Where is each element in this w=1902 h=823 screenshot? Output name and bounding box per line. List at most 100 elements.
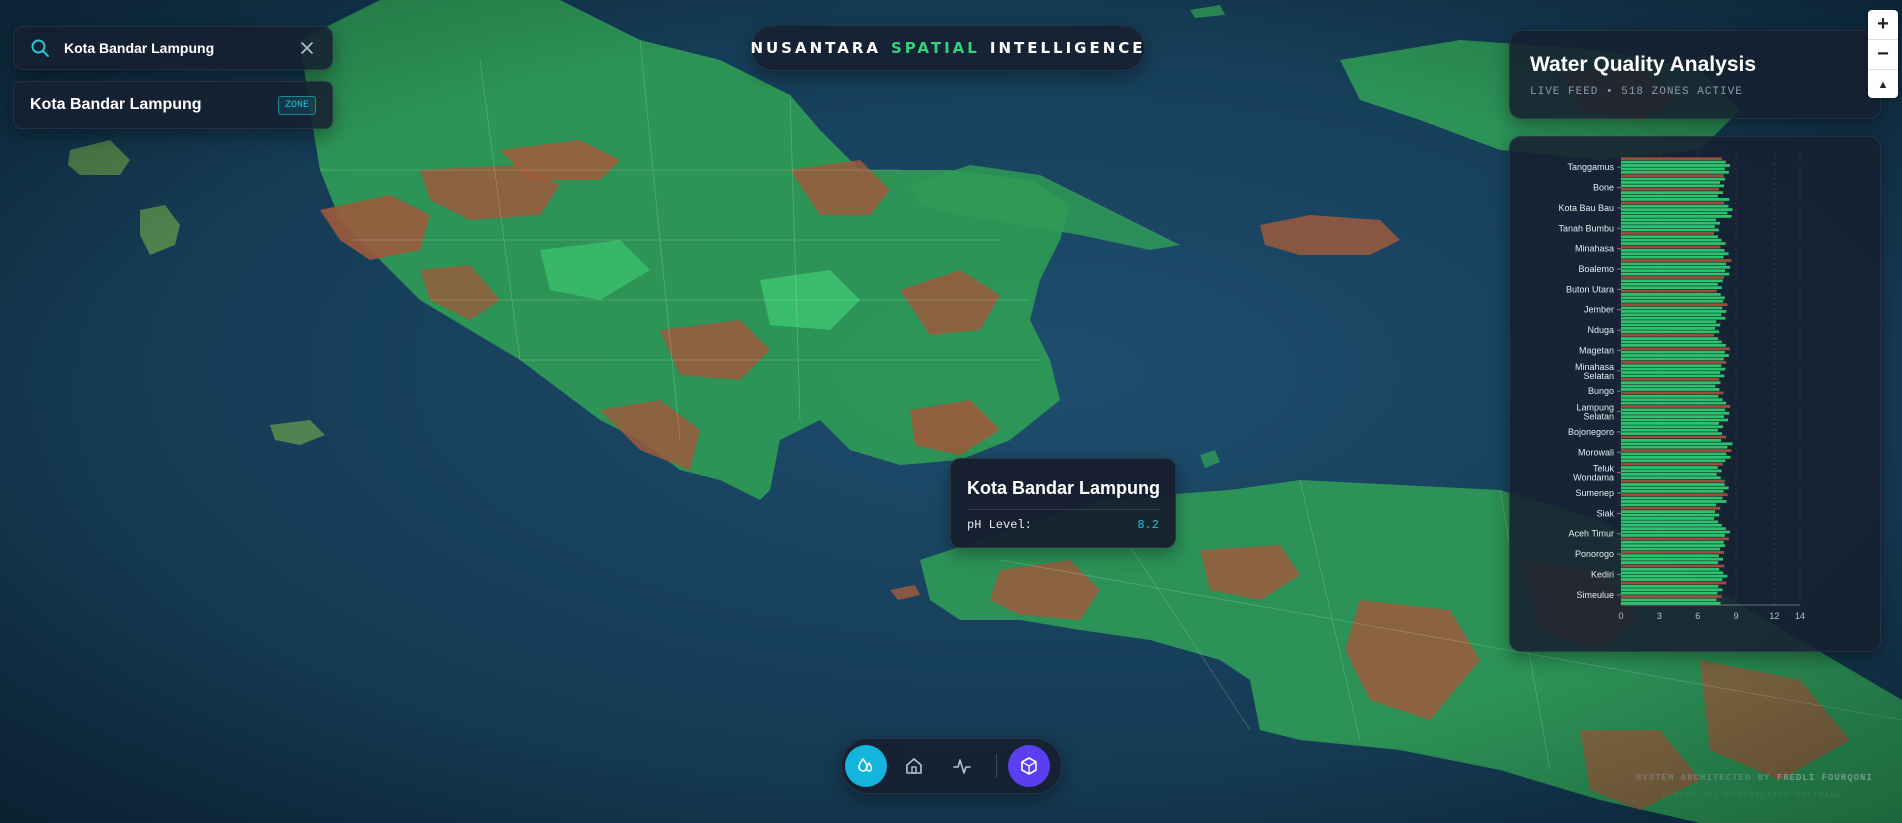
- bar: [1621, 279, 1723, 283]
- bar: [1621, 561, 1718, 564]
- bar: [1621, 483, 1725, 486]
- category-label: Lampung Selatan: [1576, 403, 1614, 422]
- search-input[interactable]: [62, 39, 296, 57]
- clear-search-icon[interactable]: [296, 37, 318, 59]
- bar: [1621, 181, 1720, 184]
- chart-panel: 0 3 6 9 12 14 Tanggamus Bone Kota Bau Bau Tanah B…: [1509, 136, 1881, 652]
- footer-credit: SYSTEM ARCHITECTED BY FREDLI FOURQONI: [1636, 773, 1873, 783]
- bar: [1621, 449, 1732, 452]
- zone-badge: ZONE: [277, 95, 316, 115]
- bar: [1621, 255, 1724, 259]
- bar: [1621, 496, 1723, 500]
- bar: [1621, 265, 1731, 269]
- bar: [1621, 391, 1724, 395]
- toolbar-divider: [996, 754, 997, 778]
- analysis-title: Water Quality Analysis: [1530, 53, 1757, 76]
- bar: [1621, 187, 1719, 191]
- bar: [1621, 445, 1728, 449]
- bar: [1621, 208, 1733, 212]
- bar: [1621, 591, 1718, 595]
- bar: [1621, 489, 1724, 493]
- bar: [1621, 340, 1722, 344]
- bar: [1621, 330, 1720, 334]
- tooltip-metric-value: 8.2: [1137, 518, 1159, 532]
- bar: [1621, 184, 1725, 188]
- bar: [1621, 269, 1726, 273]
- water-mode-button[interactable]: [845, 745, 887, 787]
- bar: [1621, 204, 1729, 208]
- region-tooltip: Kota Bandar Lampung pH Level: 8.2: [950, 458, 1176, 548]
- bar: [1621, 286, 1722, 290]
- bar: [1621, 282, 1718, 286]
- bar: [1621, 238, 1722, 242]
- cube-icon: [1021, 757, 1037, 775]
- search-bar: [13, 26, 333, 70]
- bar: [1621, 174, 1724, 178]
- bar: [1621, 367, 1726, 371]
- bar: [1621, 517, 1715, 520]
- bar: [1621, 221, 1720, 225]
- bar: [1621, 388, 1720, 391]
- bar: [1621, 374, 1725, 378]
- pulse-button[interactable]: [941, 745, 983, 787]
- home-button[interactable]: [893, 745, 935, 787]
- bar: [1621, 377, 1720, 381]
- bar: [1621, 354, 1729, 357]
- bar: [1621, 513, 1720, 517]
- zoom-in-button[interactable]: +: [1868, 10, 1898, 40]
- reset-bearing-button[interactable]: ▲: [1868, 70, 1898, 99]
- x-tick-label: 6: [1695, 611, 1700, 621]
- category-label: Minahasa: [1575, 244, 1614, 254]
- bar: [1621, 544, 1726, 548]
- bar: [1621, 438, 1721, 442]
- category-label: Bone: [1593, 183, 1614, 193]
- bar: [1621, 523, 1722, 527]
- x-tick-label: 12: [1769, 611, 1779, 621]
- analysis-header: Water Quality Analysis LIVE FEED • 518 Z…: [1509, 30, 1881, 119]
- bar: [1621, 503, 1717, 507]
- x-tick-label: 9: [1734, 611, 1739, 621]
- bar: [1621, 157, 1722, 161]
- bar: [1621, 164, 1730, 167]
- category-label: Buton Utara: [1566, 284, 1614, 294]
- bar: [1621, 540, 1724, 544]
- bar: [1621, 337, 1719, 340]
- 3d-view-button[interactable]: [1008, 745, 1050, 787]
- bar: [1621, 466, 1718, 469]
- bar: [1621, 530, 1730, 534]
- category-label: Siak: [1596, 508, 1614, 518]
- category-label: Bungo: [1588, 386, 1614, 396]
- bar: [1621, 347, 1730, 351]
- category-label: Ponorogo: [1575, 549, 1614, 559]
- category-label: Morowali: [1578, 447, 1614, 457]
- bar: [1621, 394, 1719, 398]
- bar: [1621, 326, 1716, 330]
- bar: [1621, 401, 1727, 405]
- bar: [1621, 425, 1724, 429]
- zoom-out-button[interactable]: −: [1868, 40, 1898, 70]
- bar: [1621, 231, 1714, 235]
- bar: [1621, 293, 1721, 296]
- bar: [1621, 581, 1727, 585]
- app-stage: Kota Bandar Lampung ZONE NUSANTARA SPATI…: [0, 0, 1902, 823]
- brand-right: INTELLIGENCE: [989, 39, 1146, 57]
- brand-left: NUSANTARA: [750, 39, 881, 57]
- search-result-item[interactable]: Kota Bandar Lampung ZONE: [13, 81, 333, 129]
- bar: [1621, 574, 1728, 578]
- bar: [1621, 177, 1726, 181]
- bar: [1621, 357, 1724, 361]
- bar: [1621, 299, 1724, 303]
- bar: [1621, 310, 1727, 313]
- bar: [1621, 218, 1716, 222]
- activity-icon: [953, 759, 971, 774]
- credit-name: FREDLI FOURQONI: [1776, 773, 1873, 783]
- bar: [1621, 245, 1721, 249]
- analysis-subtitle: LIVE FEED • 518 ZONES ACTIVE: [1530, 86, 1743, 98]
- bar: [1621, 554, 1719, 558]
- category-label: Kota Bau Bau: [1558, 203, 1614, 213]
- bar: [1621, 472, 1717, 476]
- bar: [1621, 248, 1725, 252]
- bar: [1621, 191, 1724, 195]
- bar: [1621, 343, 1726, 347]
- tooltip-region-name: Kota Bandar Lampung: [967, 478, 1161, 498]
